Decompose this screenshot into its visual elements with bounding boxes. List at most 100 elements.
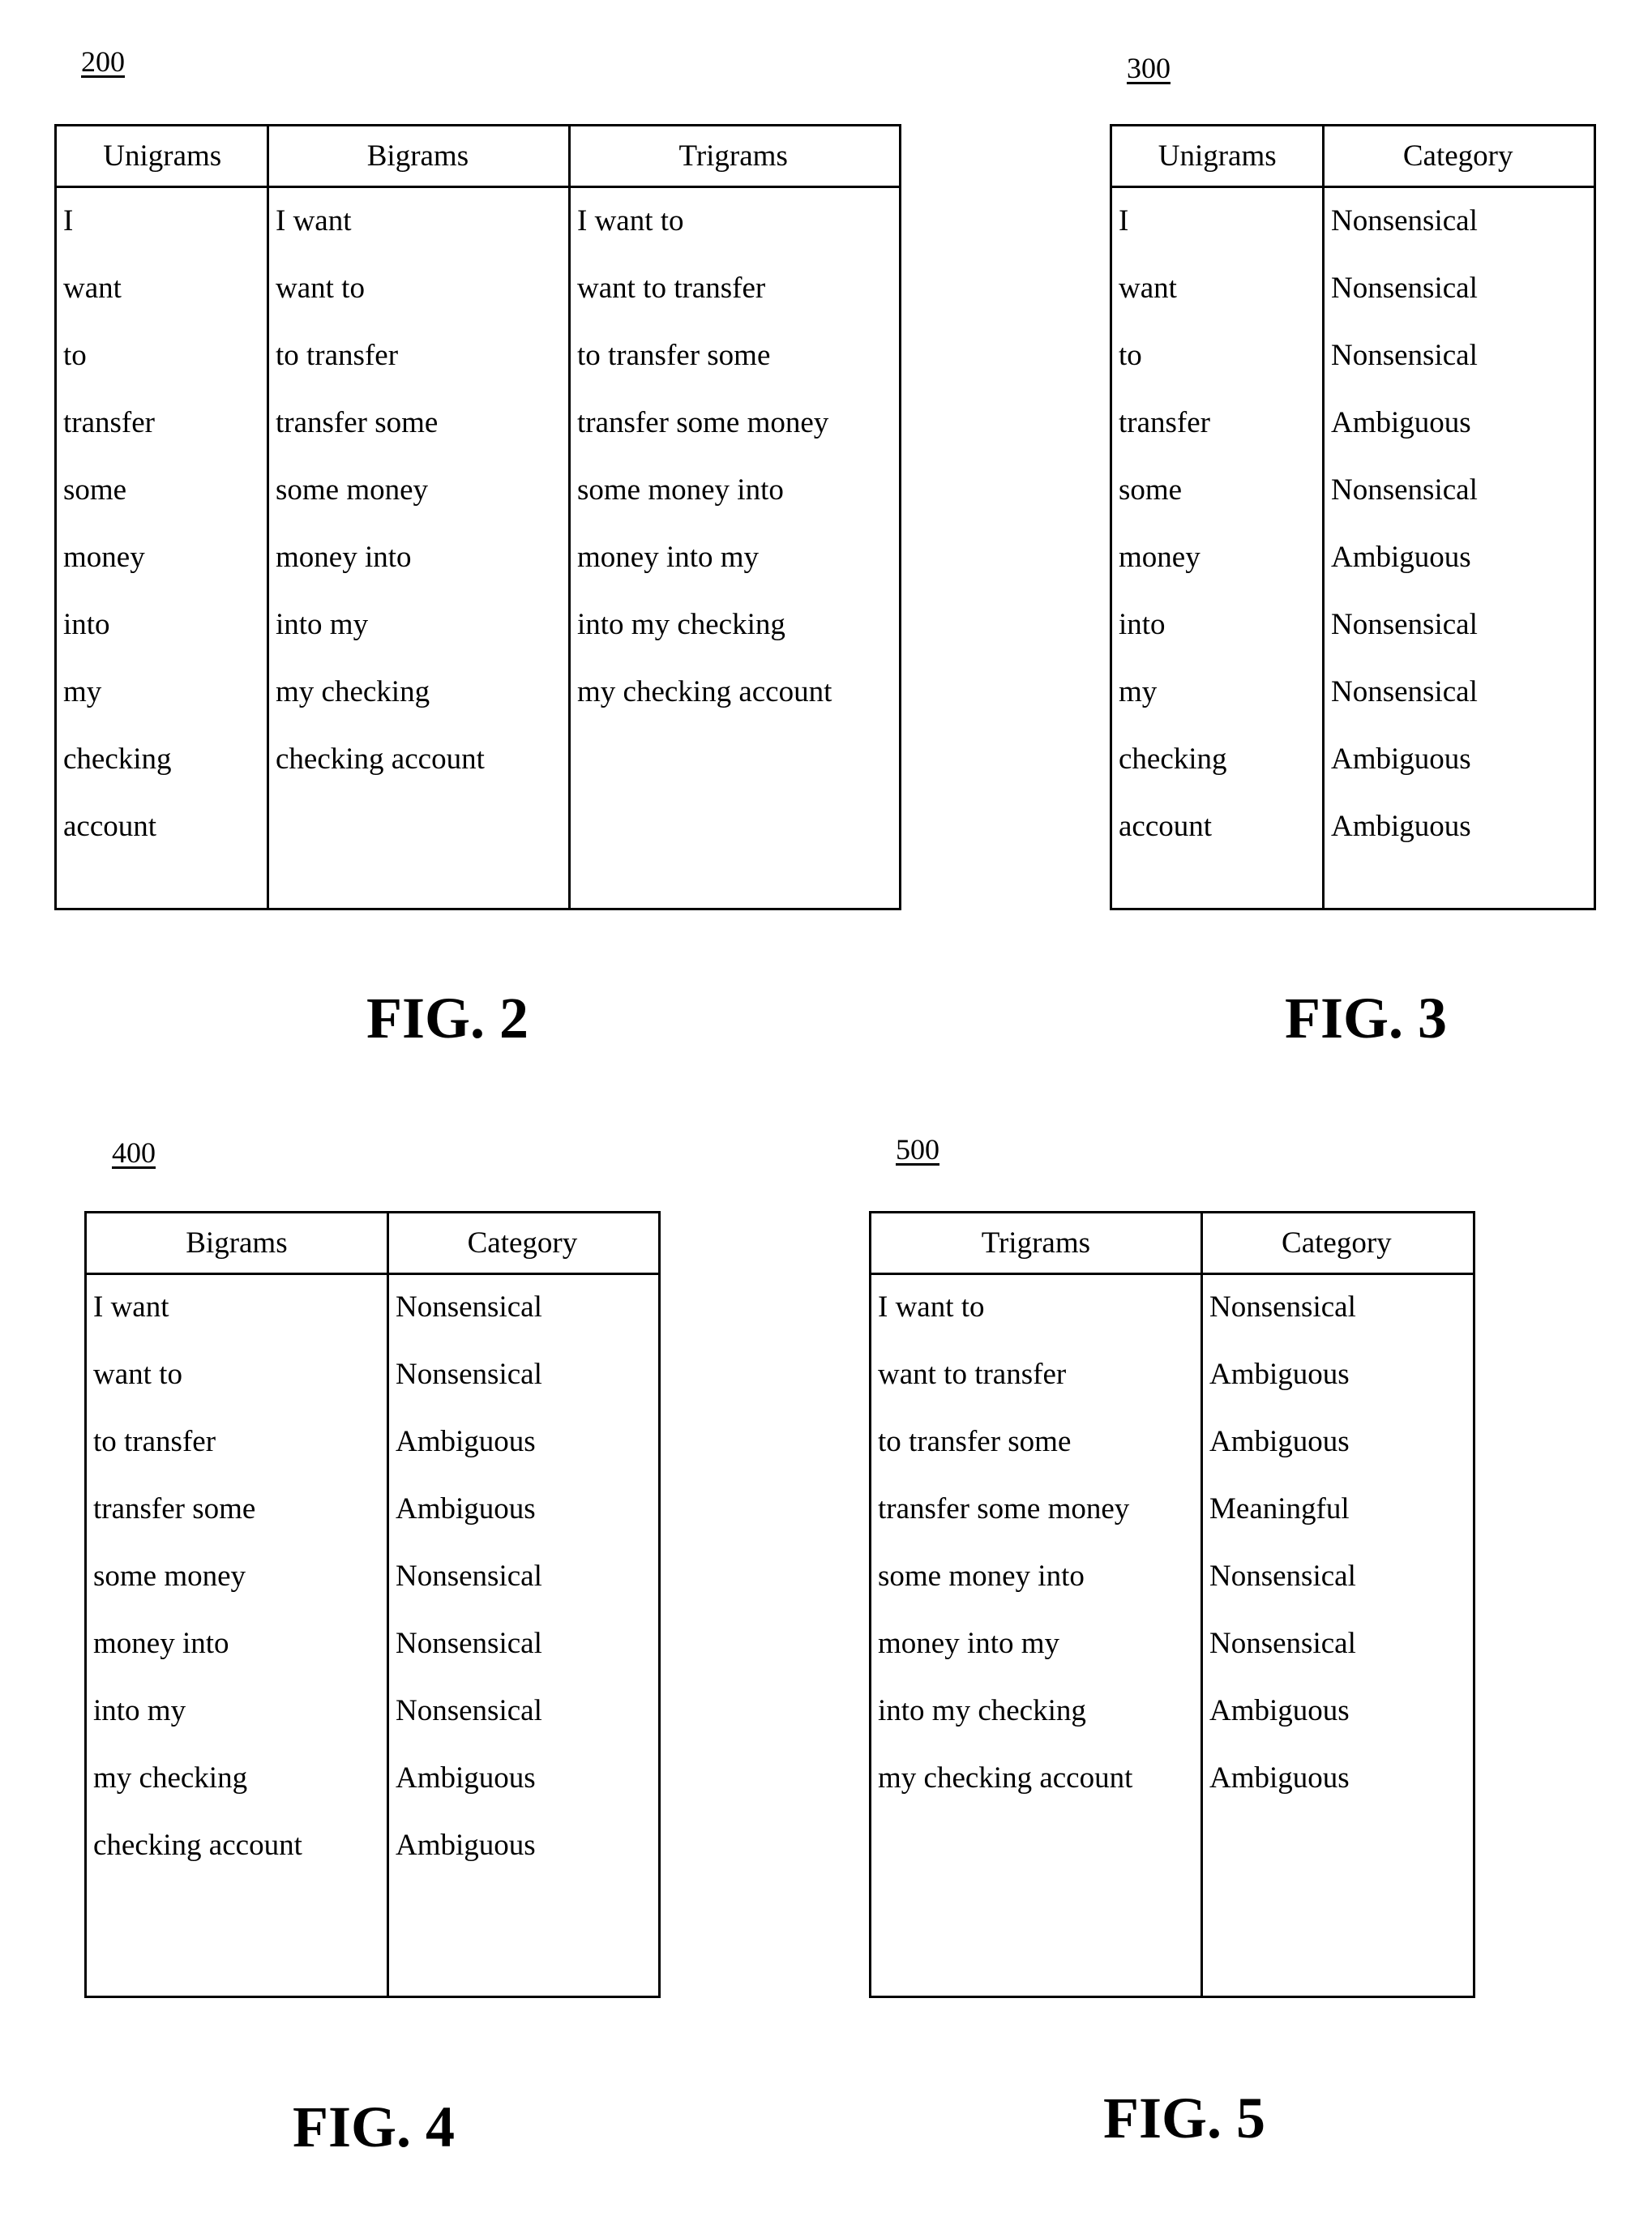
figure-caption: FIG. 4 — [292, 2095, 456, 2159]
table-cell: Nonsensical — [1331, 675, 1478, 708]
table-cell: my checking account — [878, 1761, 1133, 1795]
table-cell: Ambiguous — [396, 1829, 536, 1862]
table-cell: money into my — [577, 541, 760, 574]
table-column-bigrams: I want want to to transfer transfer some som… — [269, 126, 571, 908]
table-cell: Ambiguous — [1209, 1761, 1350, 1795]
table-cell: Ambiguous — [1209, 1358, 1350, 1391]
ngram-table: Unigrams Bigrams Trigrams Iwant to transfer so… — [54, 124, 901, 910]
figure-caption: FIG. 2 — [366, 986, 529, 1051]
table-cell: I — [1119, 204, 1129, 237]
table-cell: Nonsensical — [1209, 1290, 1356, 1324]
table-cell: I — [63, 204, 74, 237]
figure-reference-300: 300 — [1127, 52, 1171, 84]
table-cell: Nonsensical — [396, 1627, 542, 1660]
bigram-category-table: Bigrams Category I want want to to transfer t… — [84, 1211, 661, 1998]
table-column-trigrams: I want to want to transfer to transfer som… — [571, 126, 904, 908]
unigram-category-table: Unigrams Category Iwant to transfer some money… — [1110, 124, 1596, 910]
table-cell: some — [63, 473, 127, 507]
table-cell: transfer some money — [577, 406, 829, 439]
table-cell: Ambiguous — [396, 1492, 536, 1526]
table-cell: checking — [63, 742, 172, 776]
figure-reference-200: 200 — [81, 45, 125, 78]
table-column-bigrams: I want want to to transfer transfer some som… — [87, 1213, 389, 1996]
table-cell: to — [1119, 339, 1142, 372]
table-cell: into my — [93, 1694, 186, 1727]
table-cell: want to transfer — [577, 272, 766, 305]
table-cell: Ambiguous — [1331, 742, 1471, 776]
table-cell: Nonsensical — [1209, 1560, 1356, 1593]
table-cell: to transfer some — [577, 339, 771, 372]
trigram-category-table: Trigrams Category I want to want to transfe… — [869, 1211, 1475, 1998]
table-cell: Nonsensical — [396, 1290, 542, 1324]
table-cell: my checking account — [577, 675, 832, 708]
table-column-trigrams: I want to want to transfer to transfer som… — [871, 1213, 1203, 1996]
table-cell: checking — [1119, 742, 1227, 776]
table-cell: account — [1119, 810, 1213, 843]
table-cell: want — [63, 272, 122, 305]
table-cell: want to — [93, 1358, 182, 1391]
table-cell: money into my — [878, 1627, 1060, 1660]
table-column-category: Nonsensical Nonsensical Ambiguous Ambiguous… — [389, 1213, 663, 1996]
table-cell: my — [1119, 675, 1158, 708]
table-cell: Nonsensical — [1331, 608, 1478, 641]
table-cell: Nonsensical — [396, 1694, 542, 1727]
table-cell: into my checking — [878, 1694, 1086, 1727]
table-cell: Ambiguous — [396, 1425, 536, 1458]
table-cell: checking account — [93, 1829, 302, 1862]
table-cell: some money — [93, 1560, 246, 1593]
table-cell: my — [63, 675, 102, 708]
table-cell: my checking — [93, 1761, 248, 1795]
table-cell: I want — [276, 204, 352, 237]
table-cell: want to — [276, 272, 365, 305]
table-cell: transfer — [63, 406, 155, 439]
table-cell: transfer some money — [878, 1492, 1130, 1526]
table-cell: Ambiguous — [1331, 810, 1471, 843]
table-cell: money into — [93, 1627, 229, 1660]
table-column-category: Nonsensical Ambiguous Ambiguous Meaningful N… — [1203, 1213, 1478, 1996]
table-cell: account — [63, 810, 157, 843]
table-cell: Nonsensical — [1331, 339, 1478, 372]
table-cell: some money into — [577, 473, 784, 507]
table-cell: Nonsensical — [1331, 473, 1478, 507]
table-cell: to transfer some — [878, 1425, 1072, 1458]
table-cell: want — [1119, 272, 1177, 305]
table-column-unigrams: Iwant to transfer some money into my checking ac… — [57, 126, 269, 908]
table-cell: transfer some — [276, 406, 439, 439]
table-cell: I want — [93, 1290, 169, 1324]
table-cell: some money — [276, 473, 429, 507]
table-cell: Ambiguous — [1331, 406, 1471, 439]
table-column-unigrams: Iwant to transfer some money into my checking ac… — [1112, 126, 1325, 908]
table-cell: into my checking — [577, 608, 785, 641]
table-cell: transfer some — [93, 1492, 256, 1526]
table-cell: my checking — [276, 675, 430, 708]
table-cell: Nonsensical — [1209, 1627, 1356, 1660]
table-cell: to — [63, 339, 87, 372]
table-cell: money — [63, 541, 145, 574]
table-cell: Nonsensical — [1331, 272, 1478, 305]
table-cell: into — [1119, 608, 1166, 641]
table-cell: Ambiguous — [1209, 1694, 1350, 1727]
table-cell: transfer — [1119, 406, 1210, 439]
table-cell: Nonsensical — [396, 1560, 542, 1593]
figure-caption: FIG. 3 — [1284, 986, 1448, 1051]
table-cell: into — [63, 608, 110, 641]
table-cell: Nonsensical — [1331, 204, 1478, 237]
table-cell: Ambiguous — [1331, 541, 1471, 574]
table-cell: to transfer — [276, 339, 399, 372]
table-cell: money — [1119, 541, 1200, 574]
table-cell: Ambiguous — [1209, 1425, 1350, 1458]
table-cell: into my — [276, 608, 369, 641]
table-cell: some money into — [878, 1560, 1085, 1593]
table-cell: checking account — [276, 742, 485, 776]
table-column-category: Nonsensical Nonsensical Nonsensical Ambiguo… — [1325, 126, 1599, 908]
table-cell: money into — [276, 541, 412, 574]
table-cell: Nonsensical — [396, 1358, 542, 1391]
figure-reference-400: 400 — [112, 1136, 156, 1169]
figure-caption: FIG. 5 — [1102, 2086, 1266, 2150]
figure-reference-500: 500 — [896, 1133, 939, 1166]
table-cell: want to transfer — [878, 1358, 1067, 1391]
table-cell: Ambiguous — [396, 1761, 536, 1795]
table-cell: I want to — [577, 204, 684, 237]
table-cell: Meaningful — [1209, 1492, 1350, 1526]
table-cell: I want to — [878, 1290, 985, 1324]
